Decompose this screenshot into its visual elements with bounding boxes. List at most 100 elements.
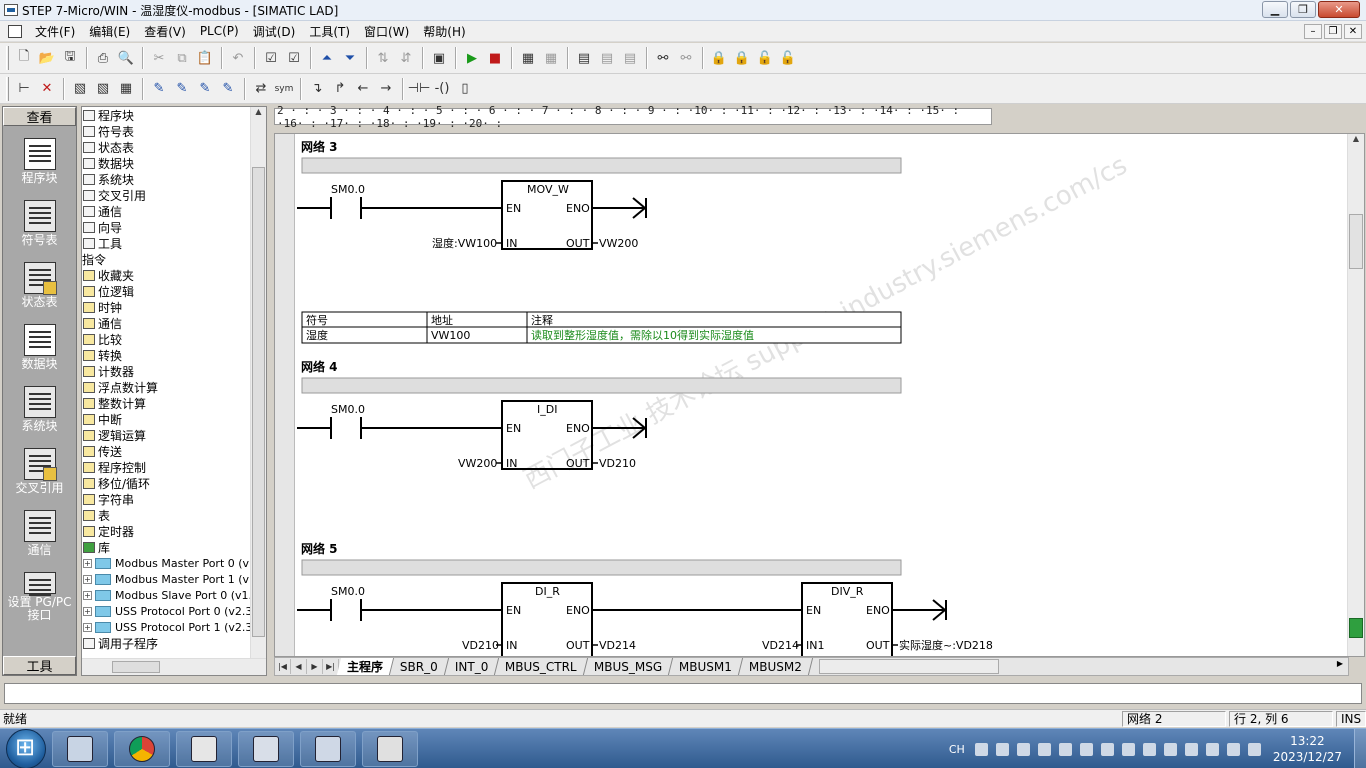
tree-item[interactable]: 位逻辑 (82, 283, 266, 299)
box-icon[interactable]: ▯ (454, 78, 476, 100)
unforce-icon[interactable]: ⚯ (675, 47, 697, 69)
next-bookmark-icon[interactable]: ✎ (171, 78, 193, 100)
input-operand[interactable]: 湿度:VW100 (432, 236, 497, 250)
prev-tab-icon[interactable]: ◀ (291, 659, 307, 674)
line-up-icon[interactable]: ↱ (329, 78, 351, 100)
language-indicator[interactable]: CH (949, 743, 965, 756)
nav-data-block[interactable]: 数据块 (3, 312, 76, 374)
nav-header-view[interactable]: 查看 (3, 107, 76, 126)
tab-sbr-0[interactable]: SBR_0 (389, 658, 449, 675)
network-comment-icon[interactable]: ▧ (92, 78, 114, 100)
tab-mbus-msg[interactable]: MBUS_MSG (583, 658, 674, 675)
toggle-bookmark-icon[interactable]: ✎ (148, 78, 170, 100)
next-tab-icon[interactable]: ▶ (307, 659, 323, 674)
clock[interactable]: 13:22 2023/12/27 (1265, 733, 1354, 765)
taskbar-microwin[interactable] (300, 730, 356, 767)
tree-item[interactable]: 交叉引用 (82, 187, 266, 203)
scroll-thumb[interactable] (252, 167, 265, 637)
input-operand[interactable]: VW200 (458, 457, 497, 470)
insert-network-icon[interactable]: ⊢ (13, 78, 35, 100)
tab-main[interactable]: 主程序 (336, 658, 395, 675)
scroll-right-icon[interactable]: ▶ (1332, 659, 1348, 674)
nav-system-block[interactable]: 系统块 (3, 374, 76, 436)
menu-tools[interactable]: 工具(T) (302, 23, 357, 40)
read-forced-icon[interactable]: 🔓 (777, 47, 799, 69)
tree-item[interactable]: 传送 (82, 443, 266, 459)
copy-icon[interactable]: ⧉ (171, 47, 193, 69)
menu-edit[interactable]: 编辑(E) (82, 23, 137, 40)
ladder-editor[interactable]: .ln { stroke:#000; stroke-width:2; fill:… (274, 133, 1365, 657)
scroll-thumb[interactable] (1349, 214, 1363, 269)
output-operand[interactable]: VD214 (599, 639, 636, 652)
undo-icon[interactable]: ↶ (227, 47, 249, 69)
mdi-close-button[interactable]: ✕ (1344, 24, 1362, 39)
tray-icon[interactable] (1205, 742, 1219, 756)
network-4-comment[interactable] (301, 377, 902, 394)
tree-item[interactable]: 库 (82, 539, 266, 555)
print-icon[interactable]: ⎙ (92, 47, 114, 69)
minimize-button[interactable]: ▁ (1262, 1, 1288, 18)
coil-icon[interactable]: -() (431, 78, 453, 100)
close-button[interactable]: ✕ (1318, 1, 1360, 18)
tree-item[interactable]: 符号表 (82, 123, 266, 139)
tree-library-item[interactable]: + Modbus Master Port 1 (v1.2) (82, 571, 266, 587)
input-operand[interactable]: VD214 (762, 639, 799, 652)
tab-mbus-ctrl[interactable]: MBUS_CTRL (495, 658, 589, 675)
tree-item[interactable]: 比较 (82, 331, 266, 347)
single-read-icon[interactable]: ▤ (596, 47, 618, 69)
mdi-minimize-button[interactable]: – (1304, 24, 1322, 39)
program-status-icon[interactable]: ▦ (517, 47, 539, 69)
tree-library-item[interactable]: + USS Protocol Port 0 (v2.3) (82, 603, 266, 619)
tray-icon[interactable] (1016, 742, 1030, 756)
tree-item[interactable]: 程序控制 (82, 459, 266, 475)
tree-item[interactable]: 通信 (82, 315, 266, 331)
sort-descending-icon[interactable]: ⇵ (395, 47, 417, 69)
write-all-icon[interactable]: ▤ (619, 47, 641, 69)
compile-icon[interactable]: ☑ (260, 47, 282, 69)
tray-icon[interactable] (1184, 742, 1198, 756)
symbol-info-icon[interactable]: ▦ (115, 78, 137, 100)
menu-plc[interactable]: PLC(P) (193, 24, 246, 38)
nav-cross-reference[interactable]: 交叉引用 (3, 436, 76, 498)
tray-icon[interactable] (1142, 742, 1156, 756)
new-icon[interactable]: 🗋 (13, 47, 35, 69)
network-5-comment[interactable] (301, 559, 902, 576)
help-icon[interactable] (995, 742, 1009, 756)
line-right-icon[interactable]: → (375, 78, 397, 100)
tree-item[interactable]: 通信 (82, 203, 266, 219)
stop-icon[interactable]: ■ (484, 47, 506, 69)
tree-item[interactable]: 中断 (82, 411, 266, 427)
volume-icon[interactable] (1226, 742, 1240, 756)
download-icon[interactable]: ⏷ (339, 47, 361, 69)
nav-set-pg-pc[interactable]: 设置 PG/PC 接口 (3, 560, 76, 622)
tree-item[interactable]: 状态表 (82, 139, 266, 155)
nav-symbol-table[interactable]: 符号表 (3, 188, 76, 250)
upload-icon[interactable]: ⏶ (316, 47, 338, 69)
force-icon[interactable]: ⚯ (652, 47, 674, 69)
tree-item[interactable]: 浮点数计算 (82, 379, 266, 395)
prev-bookmark-icon[interactable]: ✎ (194, 78, 216, 100)
network-3-comment[interactable] (301, 157, 902, 174)
first-tab-icon[interactable]: |◀ (275, 659, 291, 674)
toolbar-grip[interactable] (6, 46, 9, 70)
tree-item[interactable]: 字符串 (82, 491, 266, 507)
tree-item[interactable]: 指令 (82, 251, 266, 267)
tree-item[interactable]: 整数计算 (82, 395, 266, 411)
options-icon[interactable]: ▣ (428, 47, 450, 69)
network-icon[interactable] (1037, 742, 1051, 756)
editor-vertical-scrollbar[interactable]: ▲ (1347, 134, 1364, 656)
output-window[interactable] (4, 683, 1362, 704)
signal-icon[interactable] (1247, 742, 1261, 756)
print-preview-icon[interactable]: 🔍 (115, 47, 137, 69)
sort-ascending-icon[interactable]: ⇅ (372, 47, 394, 69)
tree-item[interactable]: 数据块 (82, 155, 266, 171)
output-operand[interactable]: VW200 (599, 237, 638, 250)
expand-icon[interactable]: + (83, 590, 92, 600)
tab-mbusm2[interactable]: MBUSM2 (739, 658, 814, 675)
chart-status-icon[interactable]: ▤ (573, 47, 595, 69)
menu-window[interactable]: 窗口(W) (357, 23, 416, 40)
apply-symbols-icon[interactable]: ⇄ (250, 78, 272, 100)
tab-mbusm1[interactable]: MBUSM1 (669, 658, 744, 675)
tree-item[interactable]: 移位/循环 (82, 475, 266, 491)
nav-program-block[interactable]: 程序块 (3, 126, 76, 188)
